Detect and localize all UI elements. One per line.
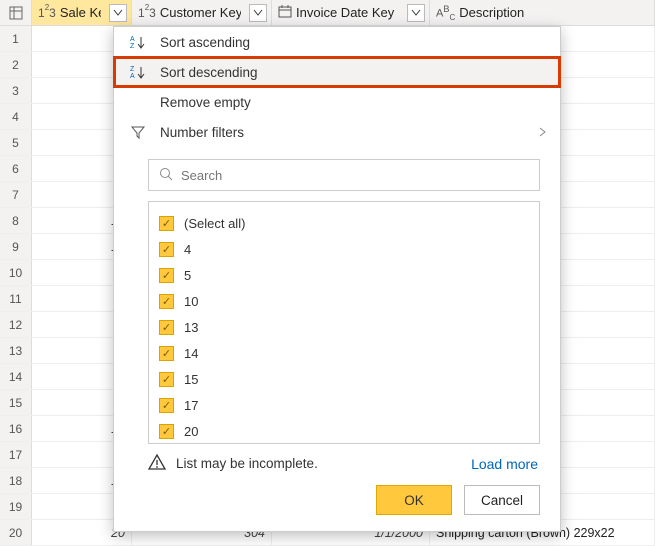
svg-text:Z: Z [130, 43, 135, 50]
table-icon [9, 6, 23, 20]
column-header-invoice-date-key[interactable]: Invoice Date Key [272, 0, 430, 25]
menu-label: Remove empty [160, 95, 251, 110]
column-header-description[interactable]: ABC Description [430, 0, 655, 25]
filter-value-label: 13 [184, 320, 198, 335]
button-row: OK Cancel [114, 479, 560, 531]
filter-value-item[interactable]: ✓5 [159, 262, 529, 288]
menu-label: Number filters [160, 125, 244, 140]
warning-icon [148, 454, 166, 473]
row-index: 12 [0, 312, 32, 337]
filter-value-label: 15 [184, 372, 198, 387]
row-index: 14 [0, 364, 32, 389]
filter-value-item[interactable]: ✓ 13 [159, 314, 529, 340]
column-filter-button[interactable] [407, 4, 425, 22]
row-index: 9 [0, 234, 32, 259]
svg-text:A: A [130, 36, 135, 43]
chevron-down-icon [412, 10, 420, 16]
row-index: 3 [0, 78, 32, 103]
checkbox-checked-icon[interactable]: ✓ [159, 320, 174, 335]
load-more-link[interactable]: Load more [471, 456, 538, 472]
column-title: Sale Key [60, 5, 101, 20]
filter-value-item[interactable]: ✓ 14 [159, 340, 529, 366]
filter-value-label: 5 [184, 268, 191, 283]
sort-descending[interactable]: ZA Sort descending [114, 57, 560, 87]
ok-button[interactable]: OK [376, 485, 452, 515]
row-index: 5 [0, 130, 32, 155]
row-index: 11 [0, 286, 32, 311]
row-index: 15 [0, 390, 32, 415]
filter-value-label: (Select all) [184, 216, 245, 231]
filter-value-item[interactable]: ✓ 17 [159, 392, 529, 418]
checkbox-checked-icon[interactable]: ✓ [159, 372, 174, 387]
column-title: Description [459, 5, 650, 20]
menu-label: Sort ascending [160, 35, 250, 50]
incomplete-footer: List may be incomplete. Load more [114, 444, 560, 479]
checkbox-checked-icon[interactable]: ✓ [159, 294, 174, 309]
sort-desc-icon: ZA [128, 65, 148, 79]
incomplete-message: List may be incomplete. [176, 456, 318, 471]
checkbox-checked-icon[interactable]: ✓ [159, 216, 174, 231]
filter-value-label: 4 [184, 242, 191, 257]
row-index: 17 [0, 442, 32, 467]
number-filters[interactable]: Number filters [114, 117, 560, 147]
cancel-button[interactable]: Cancel [464, 485, 540, 515]
filter-value-item[interactable]: ✓ 20 [159, 418, 529, 444]
row-index: 19 [0, 494, 32, 519]
filter-value-label: 20 [184, 424, 198, 439]
checkbox-checked-icon[interactable]: ✓ [159, 346, 174, 361]
row-index: 7 [0, 182, 32, 207]
sort-ascending[interactable]: AZ Sort ascending [114, 27, 560, 57]
row-index: 10 [0, 260, 32, 285]
row-index: 16 [0, 416, 32, 441]
chevron-down-icon [254, 10, 262, 16]
column-headers: 123 Sale Key 123 Customer Key Invoice Da… [0, 0, 655, 26]
row-index: 18 [0, 468, 32, 493]
svg-text:Z: Z [130, 66, 135, 73]
svg-text:A: A [130, 73, 135, 80]
datatype-text-icon: ABC [436, 4, 455, 22]
search-icon [159, 167, 173, 184]
filter-value-label: 17 [184, 398, 198, 413]
row-index: 8 [0, 208, 32, 233]
row-index: 13 [0, 338, 32, 363]
filter-value-item[interactable]: ✓ 10 [159, 288, 529, 314]
filter-value-item[interactable]: ✓ 15 [159, 366, 529, 392]
search-box[interactable] [148, 159, 540, 191]
column-filter-button[interactable] [249, 4, 267, 22]
filter-value-label: 10 [184, 294, 198, 309]
row-index: 2 [0, 52, 32, 77]
filter-value-item[interactable]: ✓4 [159, 236, 529, 262]
checkbox-checked-icon[interactable]: ✓ [159, 424, 174, 439]
row-index: 20 [0, 520, 32, 545]
remove-empty[interactable]: Remove empty [114, 87, 560, 117]
column-header-customer-key[interactable]: 123 Customer Key [132, 0, 272, 25]
row-index: 1 [0, 26, 32, 51]
filter-icon [128, 125, 148, 139]
datatype-number-icon: 123 [38, 5, 56, 20]
checkbox-checked-icon[interactable]: ✓ [159, 268, 174, 283]
table-corner [0, 0, 32, 25]
column-header-sale-key[interactable]: 123 Sale Key [32, 0, 132, 25]
checkbox-checked-icon[interactable]: ✓ [159, 398, 174, 413]
row-index: 6 [0, 156, 32, 181]
filter-value-item[interactable]: ✓ (Select all) [159, 210, 529, 236]
datatype-date-icon [278, 5, 292, 21]
filter-value-label: 14 [184, 346, 198, 361]
values-list[interactable]: ✓(Select all)✓4✓5✓10✓13✓14✓15✓17✓20 [148, 201, 540, 444]
search-input[interactable] [181, 168, 529, 183]
checkbox-checked-icon[interactable]: ✓ [159, 242, 174, 257]
column-filter-button[interactable] [109, 4, 127, 22]
row-index: 4 [0, 104, 32, 129]
column-title: Invoice Date Key [296, 5, 399, 20]
sort-asc-icon: AZ [128, 35, 148, 49]
chevron-down-icon [114, 10, 122, 16]
column-title: Customer Key [160, 5, 241, 20]
filter-dropdown-panel: AZ Sort ascending ZA Sort descending Rem… [113, 26, 561, 532]
menu-label: Sort descending [160, 65, 258, 80]
datatype-number-icon: 123 [138, 5, 156, 20]
chevron-right-icon [539, 125, 546, 140]
